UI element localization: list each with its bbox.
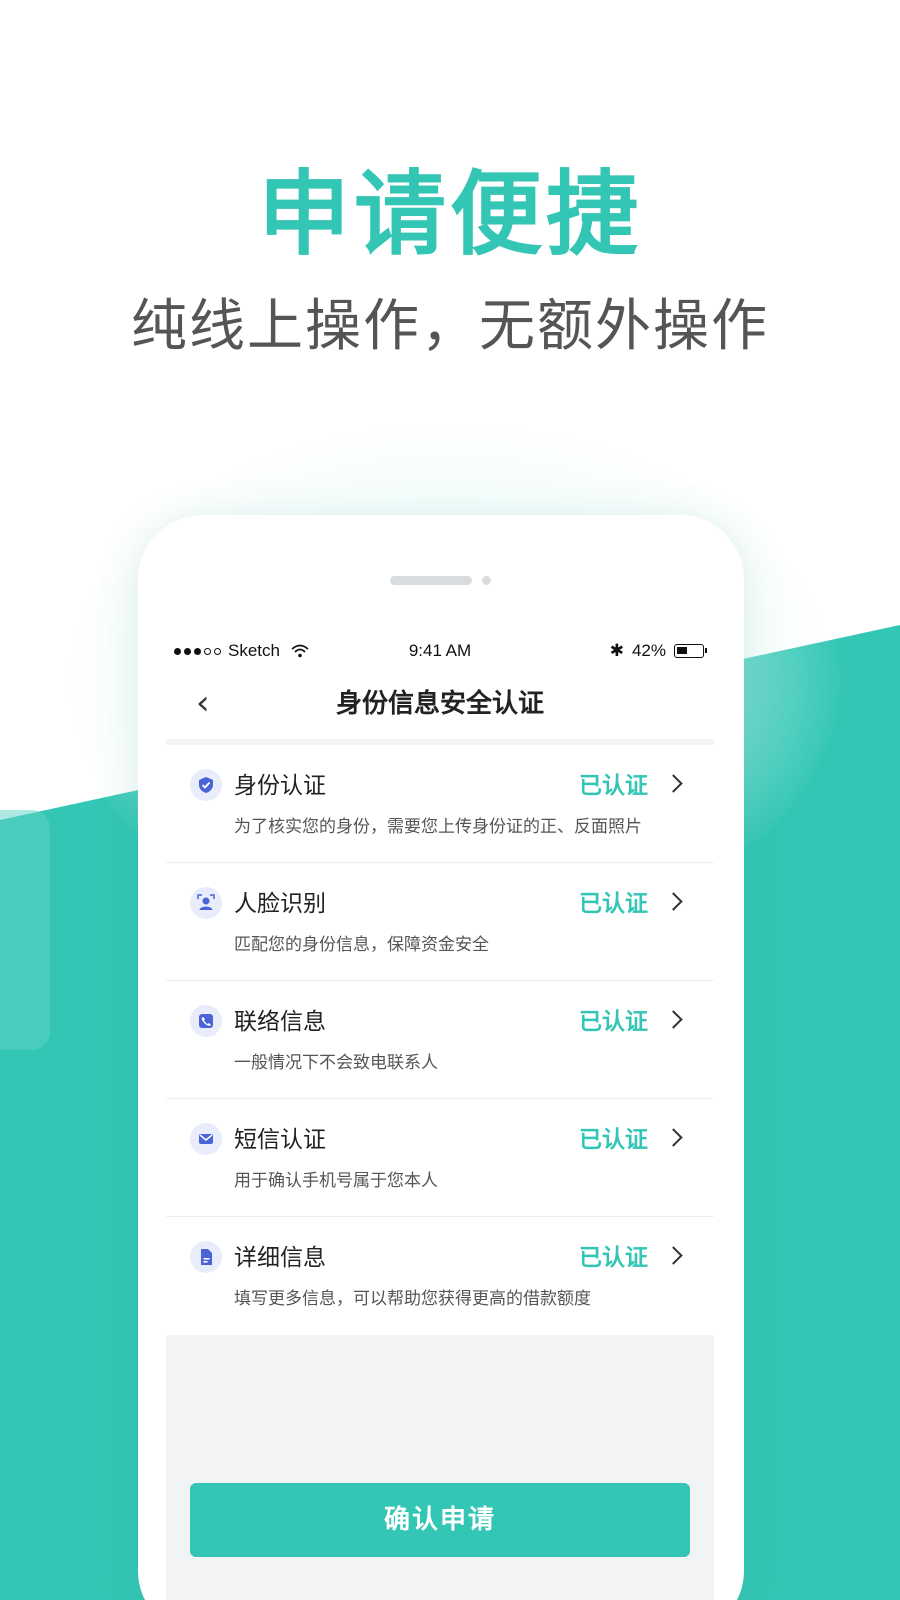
item-description: 填写更多信息，可以帮助您获得更高的借款额度 [234,1289,591,1309]
item-title: 人脸识别 [234,891,326,917]
item-description: 匹配您的身份信息，保障资金安全 [234,935,489,955]
status-bar: Sketch 9:41 AM ✱ 42% [166,633,714,669]
status-badge: 已认证 [579,1245,648,1271]
confirm-apply-button[interactable]: 确认申请 [190,1483,690,1557]
document-icon [190,1241,222,1273]
list-item-sms[interactable]: 短信认证 用于确认手机号属于您本人 已认证 [166,1099,714,1217]
promo-subline: 纯线上操作，无额外操作 [131,294,769,359]
status-badge: 已认证 [579,1127,648,1153]
page-title: 身份信息安全认证 [335,689,544,719]
phone-speaker [390,576,472,585]
bluetooth-icon: ✱ [609,641,624,660]
phone-icon [190,1005,222,1037]
phone-screen: Sketch 9:41 AM ✱ 42% ‹ 身份信息安全认证 身份认证 为了核… [166,633,714,1600]
chevron-right-icon [664,1246,683,1265]
chevron-right-icon [664,892,683,911]
status-badge: 已认证 [579,891,648,917]
chevron-right-icon [664,1128,683,1147]
chevron-right-icon [664,774,683,793]
phone-camera [482,576,491,585]
chevron-right-icon [664,1010,683,1029]
message-icon [190,1123,222,1155]
item-title: 身份认证 [234,773,326,799]
status-badge: 已认证 [579,773,648,799]
status-badge: 已认证 [579,1009,648,1035]
status-right: ✱ 42% [609,641,707,661]
verification-list: 身份认证 为了核实您的身份，需要您上传身份证的正、反面照片 已认证 人脸识别 匹… [166,745,714,1335]
list-item-identity[interactable]: 身份认证 为了核实您的身份，需要您上传身份证的正、反面照片 已认证 [166,745,714,863]
list-item-details[interactable]: 详细信息 填写更多信息，可以帮助您获得更高的借款额度 已认证 [166,1217,714,1335]
face-icon [190,887,222,919]
item-title: 联络信息 [234,1009,326,1035]
item-description: 为了核实您的身份，需要您上传身份证的正、反面照片 [234,817,642,837]
battery-icon [674,644,707,658]
item-description: 用于确认手机号属于您本人 [234,1171,438,1191]
battery-percent: 42% [631,641,666,660]
nav-bar: ‹ 身份信息安全认证 [166,669,714,739]
list-item-face[interactable]: 人脸识别 匹配您的身份信息，保障资金安全 已认证 [166,863,714,981]
item-title: 详细信息 [234,1245,326,1271]
item-title: 短信认证 [234,1127,326,1153]
item-description: 一般情况下不会致电联系人 [234,1053,438,1073]
list-item-contacts[interactable]: 联络信息 一般情况下不会致电联系人 已认证 [166,981,714,1099]
shield-icon [190,769,222,801]
promo-headline: 申请便捷 [257,161,642,268]
phone-frame: Sketch 9:41 AM ✱ 42% ‹ 身份信息安全认证 身份认证 为了核… [138,515,744,1600]
